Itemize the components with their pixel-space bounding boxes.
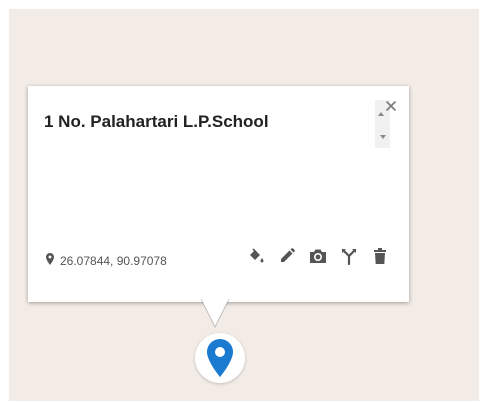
- coordinates-text: 26.07844, 90.97078: [60, 254, 167, 268]
- popup-toolbar: [246, 246, 390, 266]
- marker-halo: [195, 333, 245, 383]
- info-popup: 1 No. Palahartari L.P.School 26.07844, 9…: [28, 86, 409, 302]
- map-pin-icon[interactable]: [207, 339, 233, 382]
- pencil-icon[interactable]: [277, 246, 297, 266]
- paint-bucket-icon[interactable]: [246, 246, 266, 266]
- coordinates-row: 26.07844, 90.97078: [46, 252, 167, 270]
- close-icon[interactable]: [383, 98, 399, 114]
- scroll-down-icon[interactable]: [380, 135, 386, 139]
- popup-title: 1 No. Palahartari L.P.School: [44, 112, 269, 131]
- directions-icon[interactable]: [339, 246, 359, 266]
- camera-icon[interactable]: [308, 246, 328, 266]
- location-pin-icon: [46, 252, 54, 270]
- trash-icon[interactable]: [370, 246, 390, 266]
